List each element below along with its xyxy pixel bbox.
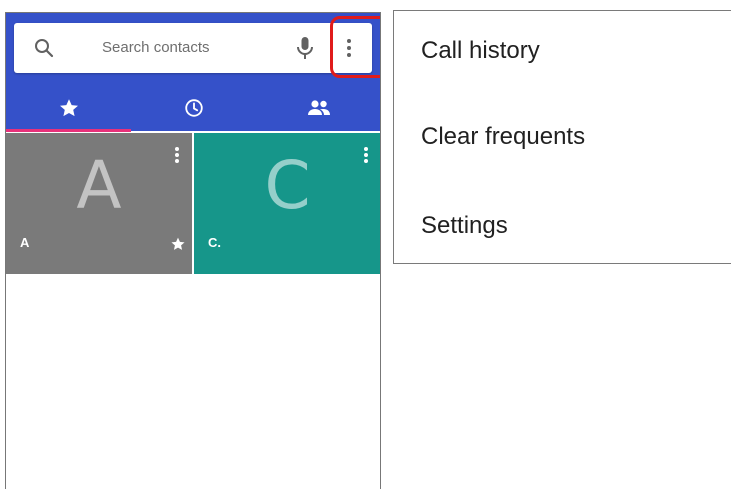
- tab-recents[interactable]: [131, 85, 256, 131]
- menu-item-label: Clear frequents: [421, 123, 586, 150]
- app-bar: Search contacts: [6, 13, 380, 131]
- menu-item-label: Settings: [421, 212, 508, 239]
- search-input[interactable]: Search contacts: [102, 39, 210, 56]
- tab-contacts[interactable]: [256, 85, 380, 131]
- favorite-contact-tile[interactable]: A A: [6, 133, 192, 274]
- contact-avatar-letter: A: [76, 147, 122, 224]
- favorite-contact-tile[interactable]: C C.: [194, 133, 380, 274]
- contact-name: C.: [208, 235, 221, 250]
- menu-item-call-history[interactable]: Call history: [394, 11, 731, 95]
- microphone-icon[interactable]: [293, 35, 317, 61]
- tab-favorites[interactable]: [6, 85, 131, 131]
- search-icon[interactable]: [32, 36, 56, 60]
- tab-bar: [6, 85, 380, 131]
- selected-tab-indicator: [6, 129, 131, 132]
- overflow-menu: Call history Clear frequents Settings: [393, 10, 731, 264]
- star-icon: [59, 99, 78, 117]
- dialer-app-panel: Search contacts A A C C.: [5, 12, 381, 489]
- contact-avatar-letter: C: [264, 147, 311, 224]
- more-options-icon[interactable]: [361, 145, 371, 165]
- menu-item-label: Call history: [421, 37, 540, 64]
- menu-item-clear-frequents[interactable]: Clear frequents: [394, 97, 731, 181]
- more-options-icon[interactable]: [172, 145, 182, 165]
- more-options-icon[interactable]: [337, 35, 361, 61]
- contact-name: A: [20, 235, 30, 250]
- search-bar[interactable]: Search contacts: [14, 16, 380, 78]
- people-icon: [308, 100, 330, 115]
- star-icon: [171, 237, 185, 250]
- clock-icon: [184, 99, 203, 117]
- menu-item-settings[interactable]: Settings: [394, 186, 731, 270]
